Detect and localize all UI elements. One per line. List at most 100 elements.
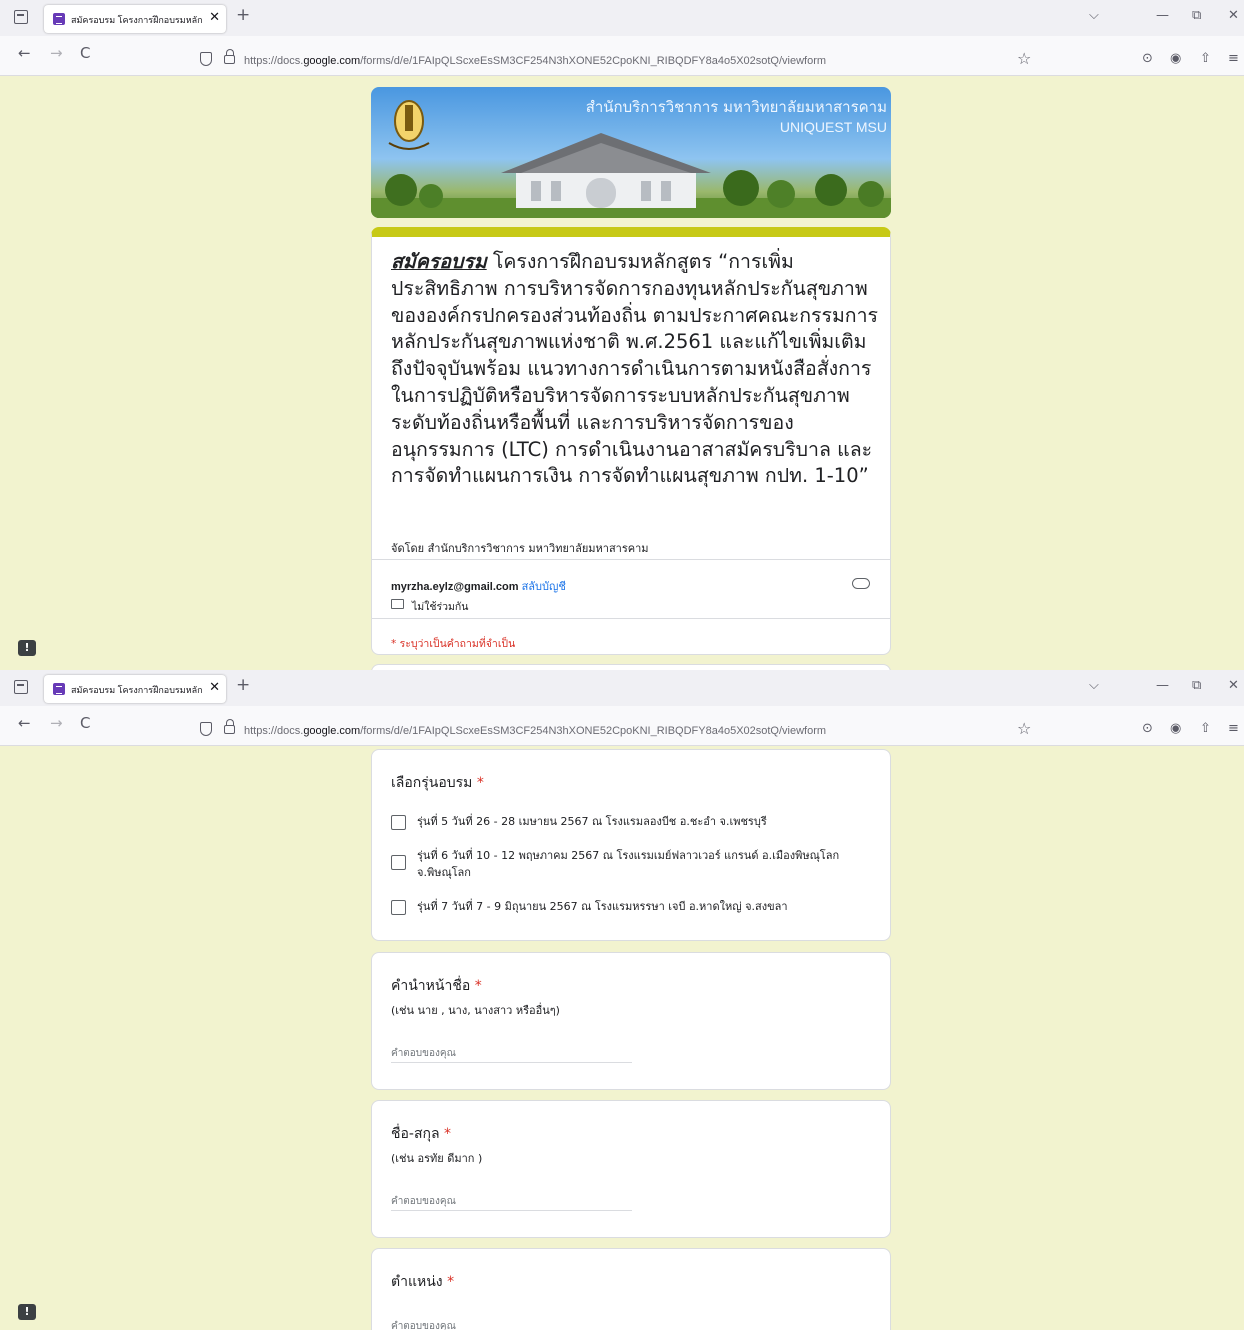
required-asterisk: *: [476, 775, 484, 791]
not-shared-label: ไม่ใช้ร่วมกัน: [412, 601, 469, 613]
account-icon[interactable]: ◉: [1170, 722, 1181, 735]
extensions-icon[interactable]: ⇧: [1200, 52, 1211, 65]
url-host: google.com: [303, 55, 361, 67]
cloud-saved-icon: [852, 578, 870, 589]
form-title: สมัครอบรม โครงการฝึกอบรมหลักสูตร “การเพิ…: [391, 249, 881, 490]
url-prefix: https://docs.: [244, 55, 304, 67]
browser-window-bottom: สมัครอบรม โครงการฝึกอบรมหลักสู ✕ + ⌵ — ⧉…: [0, 670, 1244, 1330]
checkbox[interactable]: [391, 900, 406, 915]
pocket-icon[interactable]: ⊙: [1142, 52, 1153, 65]
menu-icon[interactable]: ≡: [1228, 52, 1239, 65]
question-title: ชื่อ-สกุล *: [391, 1123, 451, 1145]
url-bar[interactable]: https://docs.google.com/forms/d/e/1FAIpQ…: [244, 725, 826, 737]
feedback-icon[interactable]: !: [18, 1304, 36, 1320]
browser-tab[interactable]: สมัครอบรม โครงการฝึกอบรมหลักสู ✕: [44, 5, 226, 33]
restore-icon[interactable]: ⧉: [1192, 9, 1201, 22]
url-bar[interactable]: https://docs.google.com/forms/d/e/1FAIpQ…: [244, 55, 826, 67]
tab-close-icon[interactable]: ✕: [209, 11, 220, 24]
question-hint: (เช่น อรทัย ดีมาก ): [391, 1152, 483, 1165]
required-asterisk: *: [444, 1126, 452, 1142]
question-title-text: คำนำหน้าชื่อ: [391, 978, 471, 994]
tab-list-icon[interactable]: [14, 10, 28, 24]
question-fullname-card: ชื่อ-สกุล * (เช่น อรทัย ดีมาก ) คำตอบของ…: [371, 1100, 891, 1238]
option-label[interactable]: รุ่นที่ 5 วันที่ 26 - 28 เมษายน 2567 ณ โ…: [417, 813, 867, 830]
account-email: myrzha.eylz@gmail.com สลับบัญชี: [391, 577, 566, 595]
url-prefix: https://docs.: [244, 725, 304, 737]
url-path: /forms/d/e/1FAIpQLScxeEsSM3CF254N3hXONE5…: [360, 725, 827, 737]
required-note: * ระบุว่าเป็นคำถามที่จำเป็น: [391, 638, 516, 650]
restore-icon[interactable]: ⧉: [1192, 679, 1201, 692]
email-text: myrzha.eylz@gmail.com: [391, 581, 519, 593]
option-label[interactable]: รุ่นที่ 6 วันที่ 10 - 12 พฤษภาคม 2567 ณ …: [417, 847, 867, 881]
extensions-icon[interactable]: ⇧: [1200, 722, 1211, 735]
url-host: google.com: [303, 725, 361, 737]
account-icon[interactable]: ◉: [1170, 52, 1181, 65]
tab-title: สมัครอบรม โครงการฝึกอบรมหลักสู: [71, 685, 203, 695]
chevron-down-icon[interactable]: ⌵: [1089, 9, 1099, 22]
checkbox[interactable]: [391, 855, 406, 870]
back-icon[interactable]: ←: [18, 46, 31, 61]
tab-title: สมัครอบรม โครงการฝึกอบรมหลักสู: [71, 15, 203, 25]
menu-icon[interactable]: ≡: [1228, 722, 1239, 735]
divider: [372, 559, 890, 560]
close-icon[interactable]: ✕: [1228, 679, 1239, 692]
required-asterisk: *: [474, 978, 482, 994]
minimize-icon[interactable]: —: [1156, 679, 1169, 692]
answer-input[interactable]: คำตอบของคุณ: [391, 1319, 456, 1330]
browser-window-top: สมัครอบรม โครงการฝึกอบรมหลักสู ✕ + ⌵ — ⧉…: [0, 0, 1244, 670]
bookmark-star-icon[interactable]: ☆: [1017, 51, 1031, 67]
form-header-banner: สำนักบริการวิชาการ มหาวิทยาลัยมหาสารคาม …: [371, 87, 891, 218]
pocket-icon[interactable]: ⊙: [1142, 722, 1153, 735]
tab-close-icon[interactable]: ✕: [209, 681, 220, 694]
forward-icon[interactable]: →: [50, 46, 63, 61]
tab-list-icon[interactable]: [14, 680, 28, 694]
university-seal-logo: [388, 100, 430, 150]
feedback-icon[interactable]: !: [18, 640, 36, 656]
bookmark-star-icon[interactable]: ☆: [1017, 721, 1031, 737]
banner-title: สำนักบริการวิชาการ มหาวิทยาลัยมหาสารคาม: [585, 98, 887, 116]
chevron-down-icon[interactable]: ⌵: [1089, 679, 1099, 692]
required-asterisk: *: [447, 1274, 455, 1290]
reload-icon[interactable]: C: [80, 46, 90, 61]
lock-icon[interactable]: [224, 49, 235, 64]
answer-input[interactable]: คำตอบของคุณ: [391, 1194, 456, 1209]
form-title-rest: โครงการฝึกอบรมหลักสูตร “การเพิ่มประสิทธิ…: [391, 250, 879, 488]
question-title: ตำแหน่ง *: [391, 1271, 454, 1293]
building-illustration: [501, 133, 711, 208]
close-icon[interactable]: ✕: [1228, 9, 1239, 22]
question-title: เลือกรุ่นอบรม *: [391, 772, 484, 794]
checkbox[interactable]: [391, 815, 406, 830]
form-title-card: สมัครอบรม โครงการฝึกอบรมหลักสูตร “การเพิ…: [371, 227, 891, 655]
question-position-card: ตำแหน่ง * คำตอบของคุณ: [371, 1248, 891, 1330]
forward-icon[interactable]: →: [50, 716, 63, 731]
url-path: /forms/d/e/1FAIpQLScxeEsSM3CF254N3hXONE5…: [360, 55, 827, 67]
new-tab-button[interactable]: +: [236, 7, 250, 24]
answer-underline: [391, 1062, 632, 1063]
question-hint: (เช่น นาย , นาง, นางสาว หรืออื่นๆ): [391, 1004, 560, 1017]
shield-icon[interactable]: [200, 722, 212, 736]
lock-icon[interactable]: [224, 719, 235, 734]
question-title-text: ชื่อ-สกุล: [391, 1126, 440, 1142]
question-title: คำนำหน้าชื่อ *: [391, 975, 482, 997]
question-title-text: ตำแหน่ง: [391, 1274, 443, 1290]
banner-subtitle: UNIQUEST MSU: [779, 119, 887, 135]
reload-icon[interactable]: C: [80, 716, 90, 731]
form-title-bold: สมัครอบรม: [391, 250, 487, 273]
shield-icon[interactable]: [200, 52, 212, 66]
question-title-text: เลือกรุ่นอบรม: [391, 775, 473, 791]
minimize-icon[interactable]: —: [1156, 9, 1169, 22]
back-icon[interactable]: ←: [18, 716, 31, 731]
mail-not-shared-icon: [391, 599, 404, 609]
form-organizer: จัดโดย สำนักบริการวิชาการ มหาวิทยาลัยมหา…: [391, 542, 649, 555]
tab-bar: สมัครอบรม โครงการฝึกอบรมหลักสู ✕ + ⌵ — ⧉…: [0, 670, 1244, 706]
forms-favicon-icon: [53, 13, 65, 25]
option-label[interactable]: รุ่นที่ 7 วันที่ 7 - 9 มิถุนายน 2567 ณ โ…: [417, 898, 867, 915]
question-prefix-card: คำนำหน้าชื่อ * (เช่น นาย , นาง, นางสาว ห…: [371, 952, 891, 1090]
answer-underline: [391, 1210, 632, 1211]
new-tab-button[interactable]: +: [236, 677, 250, 694]
tab-bar: สมัครอบรม โครงการฝึกอบรมหลักสู ✕ + ⌵ — ⧉…: [0, 0, 1244, 36]
answer-input[interactable]: คำตอบของคุณ: [391, 1046, 456, 1061]
divider: [372, 618, 890, 619]
switch-account-link[interactable]: สลับบัญชี: [522, 581, 566, 593]
browser-tab[interactable]: สมัครอบรม โครงการฝึกอบรมหลักสู ✕: [44, 675, 226, 703]
